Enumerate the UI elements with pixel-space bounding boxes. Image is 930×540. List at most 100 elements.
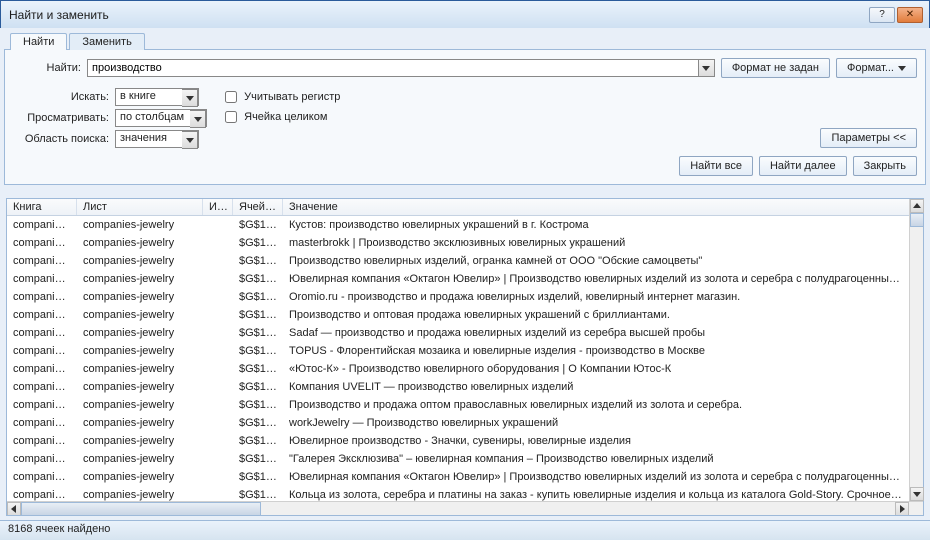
scroll-down-icon[interactable] [910,487,924,501]
format-button[interactable]: Формат... [836,58,917,78]
direction-label: Просматривать: [13,112,109,124]
cell-sheet: companies-jewelry [77,216,203,234]
cell-address: $G$1446 [233,450,283,468]
whole-cell-checkbox[interactable]: Ячейка целиком [221,108,340,126]
scroll-right-icon[interactable] [895,502,909,515]
table-row[interactable]: companies.xlsxcompanies-jewelry$G$1313Sa… [7,324,909,342]
tab-replace[interactable]: Заменить [69,33,144,50]
table-row[interactable]: companies.xlsxcompanies-jewelry$G$1273Юв… [7,270,909,288]
table-row[interactable]: companies.xlsxcompanies-jewelry$G$1392Ко… [7,378,909,396]
table-row[interactable]: companies.xlsxcompanies-jewelry$G$1398Пр… [7,396,909,414]
cell-value: Ювелирная компания «Октагон Ювелир» | Пр… [283,270,909,288]
find-next-button[interactable]: Найти далее [759,156,847,176]
cell-book: companies.xlsx [7,396,77,414]
cell-book: companies.xlsx [7,360,77,378]
direction-select[interactable]: по столбцам [115,109,207,127]
close-button[interactable]: Закрыть [853,156,917,176]
cell-name [203,432,233,450]
table-row[interactable]: companies.xlsxcompanies-jewelry$G$1439Юв… [7,432,909,450]
cell-name [203,234,233,252]
cell-sheet: companies-jewelry [77,450,203,468]
cell-value: Кустов: производство ювелирных украшений… [283,216,909,234]
dialog-client: Найти Заменить Найти: Формат не задан Фо… [0,28,930,520]
tab-strip: Найти Заменить [4,32,926,49]
cell-name [203,306,233,324]
results-grid: Книга Лист Имя Ячейка Значение companies… [6,198,924,516]
tab-find[interactable]: Найти [10,33,67,50]
table-row[interactable]: companies.xlsxcompanies-jewelry$G$1383«Ю… [7,360,909,378]
grid-body[interactable]: companies.xlsxcompanies-jewelry$G$1204Ку… [7,216,909,501]
cell-book: companies.xlsx [7,306,77,324]
horizontal-scrollbar[interactable] [7,501,923,515]
table-row[interactable]: companies.xlsxcompanies-jewelry $G$1446"Г… [7,450,909,468]
cell-address: $G$1630 [233,486,283,501]
scope-label: Искать: [13,91,109,103]
cell-sheet: companies-jewelry [77,252,203,270]
col-header-name[interactable]: Имя [203,199,233,215]
cell-name [203,378,233,396]
cell-sheet: companies-jewelry [77,486,203,501]
cell-value: Ювелирное производство - Значки, сувенир… [283,432,909,450]
scroll-thumb[interactable] [21,502,261,515]
window-close-button[interactable]: ✕ [897,7,923,23]
cell-name [203,468,233,486]
table-row[interactable]: companies.xlsxcompanies-jewelry$G$1282Or… [7,288,909,306]
find-history-dropdown[interactable] [699,59,715,77]
cell-address: $G$1271 [233,252,283,270]
options-toggle-button[interactable]: Параметры << [820,128,917,148]
grid-header: Книга Лист Имя Ячейка Значение [7,199,923,216]
cell-book: companies.xlsx [7,270,77,288]
col-header-value[interactable]: Значение [283,199,923,215]
cell-sheet: companies-jewelry [77,324,203,342]
cell-value: "Галерея Эксклюзива" – ювелирная компани… [283,450,909,468]
format-status: Формат не задан [721,58,830,78]
status-bar: 8168 ячеек найдено [0,520,930,540]
table-row[interactable]: companies.xlsxcompanies-jewelry$G$1409wo… [7,414,909,432]
find-input[interactable] [87,59,699,77]
cell-address: $G$1282 [233,288,283,306]
cell-name [203,288,233,306]
cell-value: Кольца из золота, серебра и платины на з… [283,486,909,501]
find-all-button[interactable]: Найти все [679,156,753,176]
table-row[interactable]: companies.xlsxcompanies-jewelry$G$1232ma… [7,234,909,252]
table-row[interactable]: companies.xlsxcompanies-jewelry$G$1449Юв… [7,468,909,486]
table-row[interactable]: companies.xlsxcompanies-jewelry$G$1204Ку… [7,216,909,234]
cell-value: Sadaf — производство и продажа ювелирных… [283,324,909,342]
cell-book: companies.xlsx [7,342,77,360]
vertical-scrollbar[interactable] [909,199,923,501]
cell-address: $G$1449 [233,468,283,486]
scope-select[interactable]: в книге [115,88,199,106]
lookin-select[interactable]: значения [115,130,199,148]
cell-address: $G$1285 [233,306,283,324]
cell-sheet: companies-jewelry [77,432,203,450]
cell-value: Компания UVELIT — производство ювелирных… [283,378,909,396]
match-case-checkbox[interactable]: Учитывать регистр [221,88,340,106]
table-row[interactable]: companies.xlsxcompanies-jewelry$G$1373TO… [7,342,909,360]
table-row[interactable]: companies.xlsxcompanies-jewelry$G$1271Пр… [7,252,909,270]
col-header-sheet[interactable]: Лист [77,199,203,215]
cell-address: $G$1313 [233,324,283,342]
cell-book: companies.xlsx [7,468,77,486]
scroll-left-icon[interactable] [7,502,21,515]
cell-name [203,216,233,234]
scroll-up-icon[interactable] [910,199,924,213]
cell-address: $G$1373 [233,342,283,360]
cell-book: companies.xlsx [7,432,77,450]
cell-book: companies.xlsx [7,450,77,468]
cell-sheet: companies-jewelry [77,468,203,486]
col-header-cell[interactable]: Ячейка [233,199,283,215]
table-row[interactable]: companies.xlsxcompanies-jewelry$G$1285Пр… [7,306,909,324]
cell-sheet: companies-jewelry [77,360,203,378]
lookin-label: Область поиска: [13,133,109,145]
table-row[interactable]: companies.xlsxcompanies-jewelry$G$1630Ко… [7,486,909,501]
help-button[interactable]: ? [869,7,895,23]
chevron-down-icon [182,89,198,107]
col-header-book[interactable]: Книга [7,199,77,215]
cell-name [203,270,233,288]
cell-value: «Ютос-К» - Производство ювелирного обору… [283,360,909,378]
cell-value: Oromio.ru - производство и продажа ювели… [283,288,909,306]
cell-value: Производство и продажа оптом православны… [283,396,909,414]
scroll-thumb[interactable] [910,213,924,227]
cell-book: companies.xlsx [7,378,77,396]
cell-address: $G$1204 [233,216,283,234]
